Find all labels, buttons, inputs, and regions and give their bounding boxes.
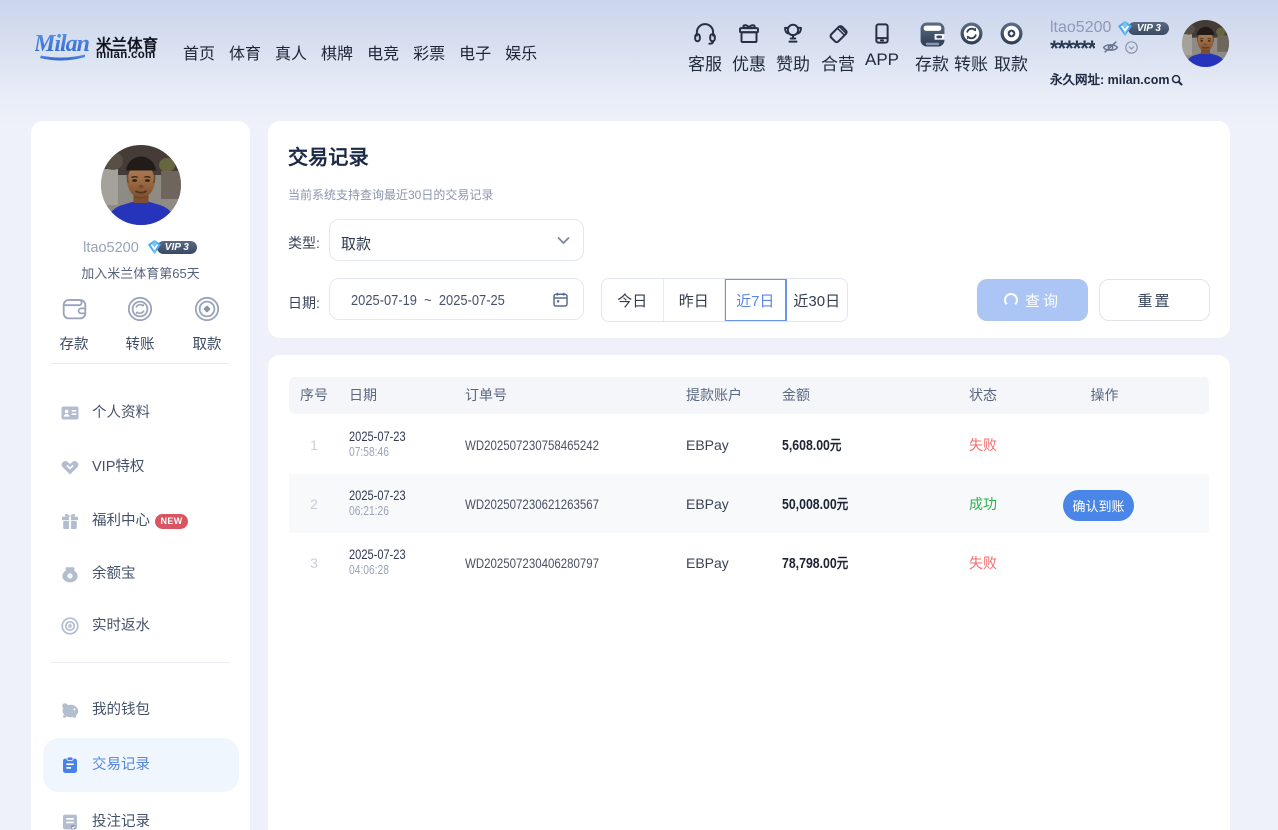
svg-text:Milan: Milan [35,31,90,57]
